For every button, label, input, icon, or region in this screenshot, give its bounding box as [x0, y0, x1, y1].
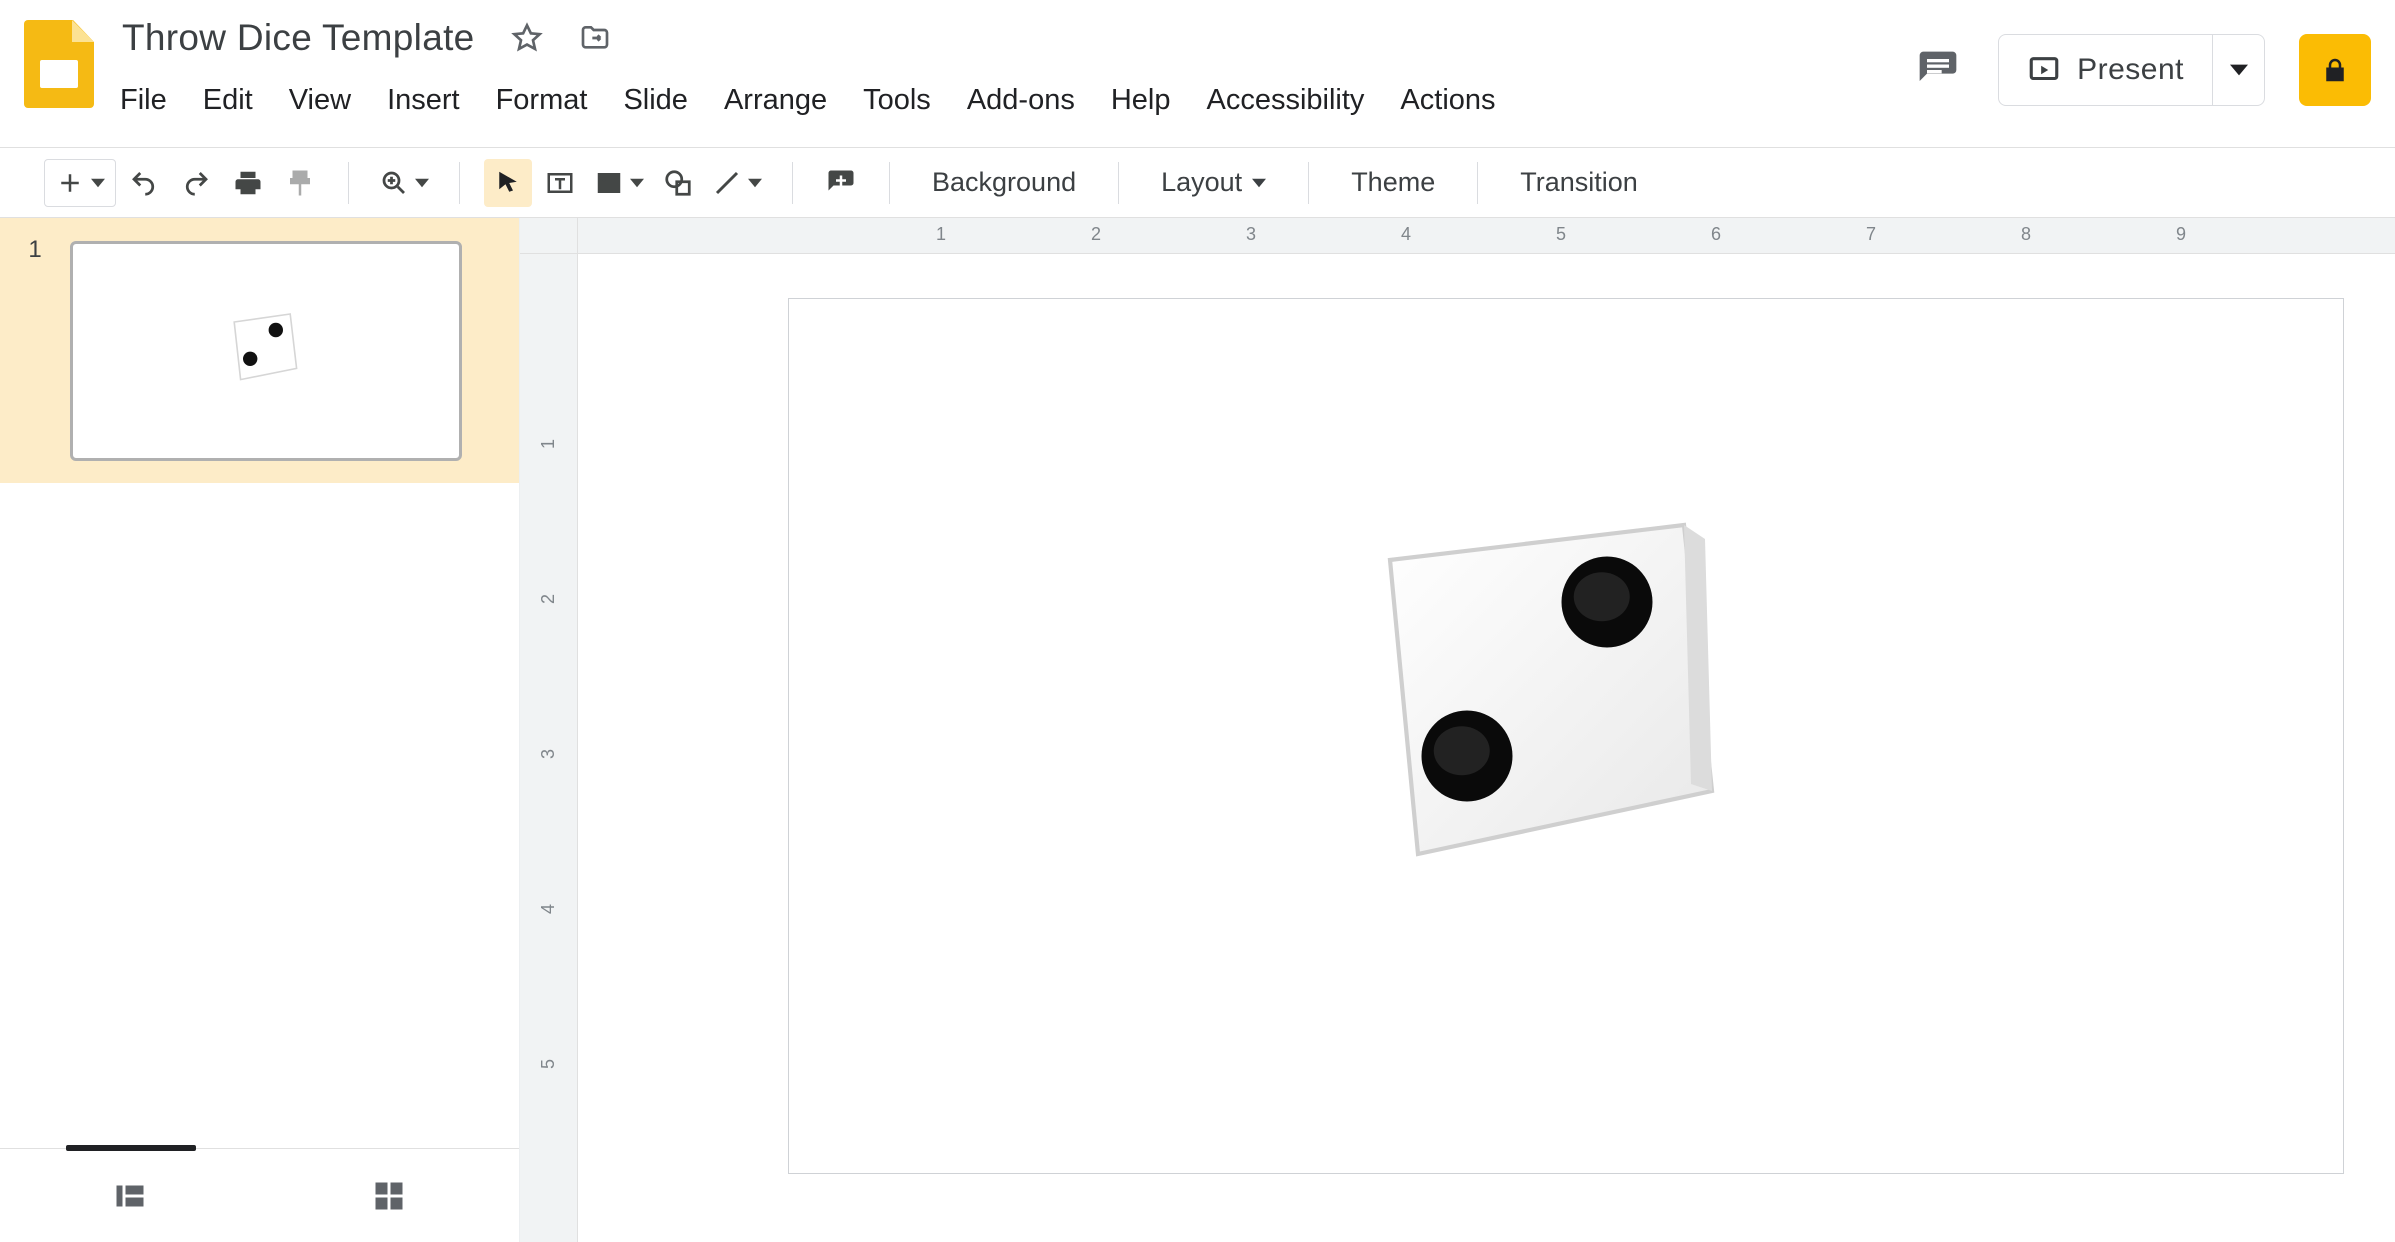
slide-canvas[interactable]	[788, 298, 2344, 1174]
comments-icon[interactable]	[1912, 44, 1964, 96]
undo-button[interactable]	[120, 159, 168, 207]
ruler-h-tick: 1	[936, 224, 946, 245]
dice-graphic[interactable]	[1369, 511, 1719, 861]
caret-down-icon	[2230, 61, 2248, 79]
ruler-corner	[520, 218, 578, 254]
ruler-h-tick: 9	[2176, 224, 2186, 245]
menu-insert[interactable]: Insert	[385, 80, 462, 121]
header-bar: Throw Dice Template File Edit View Inser…	[0, 0, 2395, 148]
toolbar-separator	[792, 162, 793, 204]
shape-button[interactable]	[654, 159, 702, 207]
ruler-v-tick: 5	[538, 1059, 559, 1069]
new-slide-button[interactable]	[44, 159, 116, 207]
editor-panel: 1 2 3 4 5 6 7 8 9 1 2 3 4 5	[520, 218, 2395, 1242]
menu-help[interactable]: Help	[1109, 80, 1173, 121]
thumbnail-number: 1	[0, 218, 70, 264]
menu-slide[interactable]: Slide	[621, 80, 690, 121]
transition-button[interactable]: Transition	[1502, 159, 1656, 207]
ruler-h-tick: 2	[1091, 224, 1101, 245]
toolbar: Background Layout Theme Transition	[0, 148, 2395, 218]
add-comment-button[interactable]	[817, 159, 865, 207]
ruler-h-tick: 3	[1246, 224, 1256, 245]
ruler-h-tick: 7	[1866, 224, 1876, 245]
menu-view[interactable]: View	[287, 80, 353, 121]
textbox-button[interactable]	[536, 159, 584, 207]
thumbnail-footer	[0, 1148, 519, 1242]
image-button[interactable]	[588, 159, 650, 207]
present-button-group: Present	[1998, 34, 2265, 106]
ruler-v-tick: 4	[538, 904, 559, 914]
ruler-v-tick: 3	[538, 749, 559, 759]
filmstrip-view-icon[interactable]	[108, 1174, 152, 1218]
move-to-folder-icon[interactable]	[575, 18, 615, 58]
ruler-h-tick: 4	[1401, 224, 1411, 245]
star-icon[interactable]	[507, 18, 547, 58]
document-title[interactable]: Throw Dice Template	[118, 15, 479, 61]
menu-addons[interactable]: Add-ons	[965, 80, 1077, 121]
toolbar-separator	[1308, 162, 1309, 204]
zoom-button[interactable]	[373, 159, 435, 207]
redo-button[interactable]	[172, 159, 220, 207]
grid-view-icon[interactable]	[367, 1174, 411, 1218]
line-button[interactable]	[706, 159, 768, 207]
theme-button[interactable]: Theme	[1333, 159, 1453, 207]
menu-accessibility[interactable]: Accessibility	[1204, 80, 1366, 121]
toolbar-separator	[459, 162, 460, 204]
toolbar-separator	[889, 162, 890, 204]
ruler-v-tick: 1	[538, 439, 559, 449]
present-icon	[2027, 53, 2061, 87]
present-label: Present	[2077, 53, 2184, 87]
menu-arrange[interactable]: Arrange	[722, 80, 829, 121]
vertical-ruler[interactable]: 1 2 3 4 5	[520, 254, 578, 1242]
lock-icon[interactable]	[2299, 34, 2371, 106]
thumbnail-list[interactable]: 1	[0, 218, 519, 1148]
toolbar-separator	[1118, 162, 1119, 204]
layout-label: Layout	[1161, 167, 1242, 198]
present-button[interactable]: Present	[1999, 35, 2212, 105]
dice-thumbnail-graphic	[223, 306, 303, 386]
toolbar-separator	[348, 162, 349, 204]
background-button[interactable]: Background	[914, 159, 1094, 207]
workspace: 1 1 2 3	[0, 218, 2395, 1242]
menu-edit[interactable]: Edit	[201, 80, 255, 121]
ruler-h-tick: 6	[1711, 224, 1721, 245]
present-dropdown[interactable]	[2212, 35, 2264, 105]
thumbnail-preview	[70, 241, 462, 461]
menu-actions[interactable]: Actions	[1398, 80, 1497, 121]
thumbnail-panel: 1	[0, 218, 520, 1242]
menu-format[interactable]: Format	[494, 80, 590, 121]
view-indicator	[66, 1145, 196, 1151]
ruler-h-tick: 8	[2021, 224, 2031, 245]
menu-tools[interactable]: Tools	[861, 80, 933, 121]
canvas-area[interactable]	[578, 254, 2395, 1242]
select-tool-button[interactable]	[484, 159, 532, 207]
menu-bar: File Edit View Insert Format Slide Arran…	[118, 80, 1912, 121]
layout-button[interactable]: Layout	[1143, 159, 1284, 207]
toolbar-separator	[1477, 162, 1478, 204]
caret-down-icon	[1252, 176, 1266, 190]
paint-format-button[interactable]	[276, 159, 324, 207]
ruler-h-tick: 5	[1556, 224, 1566, 245]
app-logo[interactable]	[24, 20, 94, 108]
thumbnail-slide-selected[interactable]: 1	[0, 218, 519, 483]
print-button[interactable]	[224, 159, 272, 207]
menu-file[interactable]: File	[118, 80, 169, 121]
horizontal-ruler[interactable]: 1 2 3 4 5 6 7 8 9	[578, 218, 2395, 254]
ruler-v-tick: 2	[538, 594, 559, 604]
